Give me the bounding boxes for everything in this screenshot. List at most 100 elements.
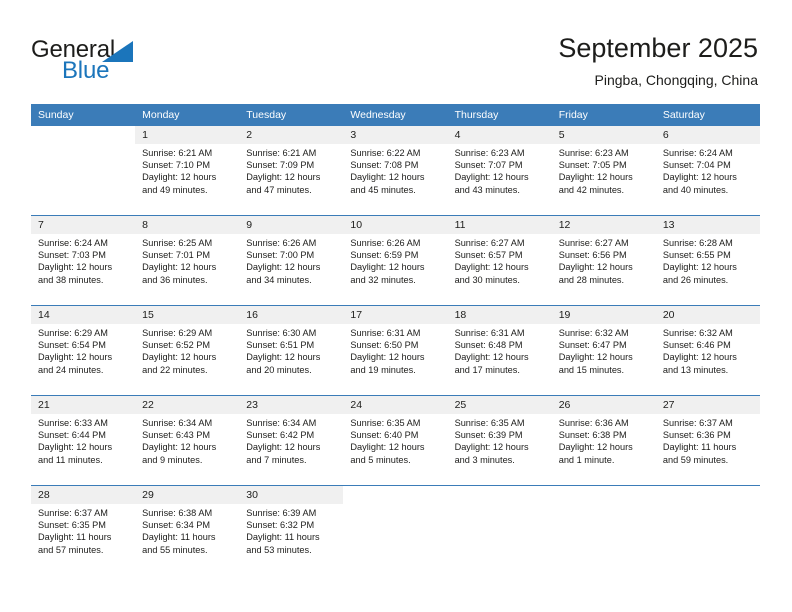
calendar-day-cell[interactable]: 1 Sunrise: 6:21 AM Sunset: 7:10 PM Daylight… — [135, 126, 240, 216]
general-blue-logo[interactable]: General Blue — [31, 36, 161, 84]
calendar-day-cell[interactable]: 20 Sunrise: 6:32 AM Sunset: 6:46 PM Dayligh… — [655, 305, 760, 396]
calendar-day-cell[interactable]: 6 Sunrise: 6:24 AM Sunset: 7:04 PM Daylight… — [655, 126, 760, 216]
calendar-day-cell[interactable]: 18 Sunrise: 6:31 AM Sunset: 6:48 PM Dayligh… — [447, 305, 552, 396]
calendar-day-cell[interactable]: 30 Sunrise: 6:39 AM Sunset: 6:32 PM Dayligh… — [239, 485, 344, 575]
calendar-day-cell[interactable]: 13 Sunrise: 6:28 AM Sunset: 6:55 PM Dayligh… — [655, 215, 760, 306]
sunset-text: Sunset: 6:55 PM — [662, 250, 731, 261]
daylight-text-line1: Daylight: 12 hours — [142, 442, 217, 453]
title-block: September 2025 Pingba, Chongqing, China — [558, 32, 758, 90]
calendar-day-cell[interactable]: 11 Sunrise: 6:27 AM Sunset: 6:57 PM Dayligh… — [447, 215, 552, 306]
daylight-text-line1: Daylight: 12 hours — [558, 262, 633, 273]
calendar-day-cell[interactable]: 25 Sunrise: 6:35 AM Sunset: 6:39 PM Dayligh… — [447, 395, 552, 486]
day-sun-info: Sunrise: 6:29 AM Sunset: 6:52 PM Daylight:… — [135, 324, 239, 376]
calendar-day-cell[interactable]: 22 Sunrise: 6:34 AM Sunset: 6:43 PM Dayligh… — [135, 395, 240, 486]
weekday-header-friday: Friday — [551, 104, 656, 126]
sunset-text: Sunset: 6:42 PM — [246, 430, 315, 441]
calendar-day-cell[interactable]: 15 Sunrise: 6:29 AM Sunset: 6:52 PM Dayligh… — [135, 305, 240, 396]
daylight-text-line2: and 3 minutes. — [454, 454, 515, 465]
calendar-day-cell[interactable]: 28 Sunrise: 6:37 AM Sunset: 6:35 PM Dayligh… — [31, 485, 136, 575]
daylight-text-line2: and 42 minutes. — [558, 184, 625, 195]
sunrise-text: Sunrise: 6:27 AM — [558, 238, 629, 248]
sunrise-text: Sunrise: 6:24 AM — [662, 148, 733, 158]
day-number: 18 — [447, 306, 552, 324]
weekday-header-row: Sunday Monday Tuesday Wednesday Thursday… — [31, 104, 760, 126]
calendar-body: 1 Sunrise: 6:21 AM Sunset: 7:10 PM Daylight… — [31, 126, 760, 575]
calendar-day-cell[interactable]: 23 Sunrise: 6:34 AM Sunset: 6:42 PM Dayligh… — [239, 395, 344, 486]
day-sun-info: Sunrise: 6:25 AM Sunset: 7:01 PM Daylight:… — [135, 234, 239, 286]
sunset-text: Sunset: 6:52 PM — [142, 340, 211, 351]
calendar-day-cell[interactable]: 16 Sunrise: 6:30 AM Sunset: 6:51 PM Dayligh… — [239, 305, 344, 396]
calendar-week-row: 14 Sunrise: 6:29 AM Sunset: 6:54 PM Dayligh… — [31, 305, 760, 396]
day-number: 27 — [655, 396, 760, 414]
daylight-text-line1: Daylight: 12 hours — [350, 262, 425, 273]
day-number: 16 — [239, 306, 344, 324]
daylight-text-line2: and 55 minutes. — [142, 544, 208, 555]
daylight-text-line2: and 45 minutes. — [350, 184, 416, 195]
daylight-text-line2: and 36 minutes. — [142, 274, 208, 285]
sunset-text: Sunset: 6:44 PM — [38, 430, 106, 441]
daylight-text-line1: Daylight: 12 hours — [662, 262, 737, 273]
day-sun-info: Sunrise: 6:28 AM Sunset: 6:55 PM Daylight:… — [656, 234, 760, 286]
sunset-text: Sunset: 6:51 PM — [246, 340, 315, 351]
day-sun-info: Sunrise: 6:33 AM Sunset: 6:44 PM Daylight:… — [31, 414, 135, 466]
day-sun-info: Sunrise: 6:24 AM Sunset: 7:03 PM Daylight:… — [31, 234, 135, 286]
day-number: 24 — [343, 396, 448, 414]
daylight-text-line2: and 53 minutes. — [246, 544, 312, 555]
day-sun-info: Sunrise: 6:23 AM Sunset: 7:07 PM Daylight:… — [448, 144, 552, 196]
daylight-text-line2: and 20 minutes. — [246, 364, 312, 375]
daylight-text-line2: and 5 minutes. — [350, 454, 411, 465]
calendar-day-cell[interactable]: 24 Sunrise: 6:35 AM Sunset: 6:40 PM Dayligh… — [343, 395, 448, 486]
calendar-day-cell[interactable]: 3 Sunrise: 6:22 AM Sunset: 7:08 PM Daylight… — [343, 126, 448, 216]
daylight-text-line1: Daylight: 12 hours — [38, 352, 113, 363]
sunset-text: Sunset: 6:34 PM — [142, 520, 211, 531]
calendar-day-cell[interactable]: 19 Sunrise: 6:32 AM Sunset: 6:47 PM Dayligh… — [551, 305, 656, 396]
calendar-day-cell[interactable]: 26 Sunrise: 6:36 AM Sunset: 6:38 PM Dayligh… — [551, 395, 656, 486]
sunrise-text: Sunrise: 6:25 AM — [142, 238, 213, 248]
daylight-text-line1: Daylight: 12 hours — [142, 172, 217, 183]
calendar-cell-empty — [447, 485, 552, 575]
day-sun-info: Sunrise: 6:35 AM Sunset: 6:40 PM Daylight:… — [343, 414, 447, 466]
daylight-text-line1: Daylight: 12 hours — [350, 352, 425, 363]
calendar-day-cell[interactable]: 8 Sunrise: 6:25 AM Sunset: 7:01 PM Daylight… — [135, 215, 240, 306]
day-number: 4 — [447, 126, 552, 144]
daylight-text-line2: and 38 minutes. — [38, 274, 104, 285]
sunrise-text: Sunrise: 6:39 AM — [246, 508, 317, 518]
day-sun-info: Sunrise: 6:30 AM Sunset: 6:51 PM Daylight:… — [239, 324, 343, 376]
day-sun-info: Sunrise: 6:37 AM Sunset: 6:35 PM Daylight:… — [31, 504, 135, 556]
logo-text-blue: Blue — [62, 57, 110, 84]
day-number: 17 — [343, 306, 448, 324]
sunset-text: Sunset: 7:03 PM — [38, 250, 106, 261]
sunset-text: Sunset: 6:47 PM — [558, 340, 627, 351]
calendar-day-cell[interactable]: 4 Sunrise: 6:23 AM Sunset: 7:07 PM Daylight… — [447, 126, 552, 216]
day-sun-info: Sunrise: 6:21 AM Sunset: 7:09 PM Daylight:… — [239, 144, 343, 196]
calendar-day-cell[interactable]: 10 Sunrise: 6:26 AM Sunset: 6:59 PM Dayligh… — [343, 215, 448, 306]
daylight-text-line2: and 24 minutes. — [38, 364, 104, 375]
daylight-text-line2: and 49 minutes. — [142, 184, 208, 195]
calendar-day-cell[interactable]: 12 Sunrise: 6:27 AM Sunset: 6:56 PM Dayligh… — [551, 215, 656, 306]
calendar-day-cell[interactable]: 5 Sunrise: 6:23 AM Sunset: 7:05 PM Daylight… — [551, 126, 656, 216]
sunrise-text: Sunrise: 6:35 AM — [454, 418, 525, 428]
day-number — [31, 126, 135, 144]
day-sun-info: Sunrise: 6:35 AM Sunset: 6:39 PM Daylight:… — [448, 414, 552, 466]
day-number: 22 — [135, 396, 240, 414]
sunset-text: Sunset: 6:35 PM — [38, 520, 106, 531]
calendar-week-row: 28 Sunrise: 6:37 AM Sunset: 6:35 PM Dayligh… — [31, 485, 760, 575]
sunset-text: Sunset: 7:04 PM — [662, 160, 731, 171]
day-number: 1 — [135, 126, 240, 144]
calendar-day-cell[interactable]: 27 Sunrise: 6:37 AM Sunset: 6:36 PM Dayligh… — [655, 395, 760, 486]
calendar-day-cell[interactable]: 7 Sunrise: 6:24 AM Sunset: 7:03 PM Daylight… — [31, 215, 136, 306]
daylight-text-line1: Daylight: 12 hours — [38, 262, 113, 273]
calendar-day-cell[interactable]: 2 Sunrise: 6:21 AM Sunset: 7:09 PM Daylight… — [239, 126, 344, 216]
calendar-day-cell[interactable]: 29 Sunrise: 6:38 AM Sunset: 6:34 PM Dayligh… — [135, 485, 240, 575]
calendar-day-cell[interactable]: 17 Sunrise: 6:31 AM Sunset: 6:50 PM Dayligh… — [343, 305, 448, 396]
calendar-day-cell[interactable]: 9 Sunrise: 6:26 AM Sunset: 7:00 PM Daylight… — [239, 215, 344, 306]
day-number: 11 — [447, 216, 552, 234]
calendar-day-cell[interactable]: 14 Sunrise: 6:29 AM Sunset: 6:54 PM Dayligh… — [31, 305, 136, 396]
calendar-day-cell[interactable]: 21 Sunrise: 6:33 AM Sunset: 6:44 PM Dayligh… — [31, 395, 136, 486]
daylight-text-line2: and 59 minutes. — [662, 454, 729, 465]
calendar-cell-empty — [343, 485, 448, 575]
daylight-text-line1: Daylight: 11 hours — [38, 532, 112, 543]
sunset-text: Sunset: 6:56 PM — [558, 250, 627, 261]
daylight-text-line2: and 47 minutes. — [246, 184, 312, 195]
day-number — [448, 486, 552, 504]
